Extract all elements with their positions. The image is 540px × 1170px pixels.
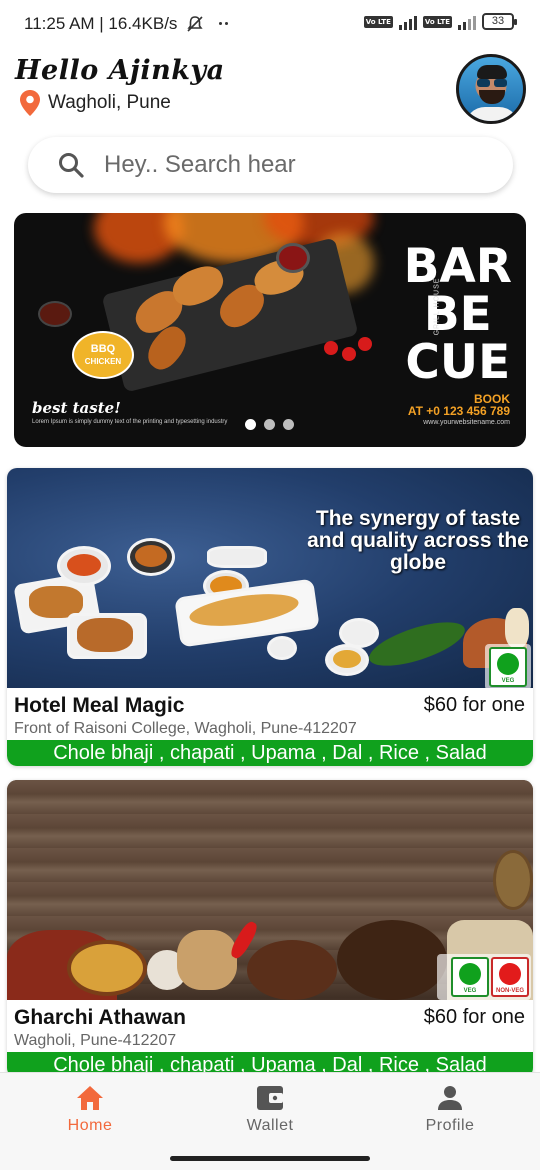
search-bar[interactable] [28, 137, 513, 193]
banner-website: www.yourwebsitename.com [423, 419, 510, 426]
image-tagline: The synergy of taste and quality across … [307, 507, 529, 574]
nav-label-home: Home [67, 1117, 113, 1134]
restaurant-address: Wagholi, Pune-412207 [14, 1032, 177, 1049]
banner-title-line-3: CUE [405, 335, 511, 390]
carousel-indicator [245, 419, 294, 430]
banner-title-line-1: BAR [403, 239, 512, 294]
non-veg-badge: NON-VEG [491, 957, 529, 997]
restaurant-card[interactable]: VEG NON-VEG Gharchi Athawan $60 for one … [7, 780, 533, 1080]
status-bar: 11:25 AM | 16.4KB/s Vo LTE Vo LTE 33 [0, 0, 540, 48]
restaurant-address: Front of Raisoni College, Wagholi, Pune-… [14, 720, 357, 737]
restaurant-image: VEG NON-VEG [7, 780, 533, 1000]
home-icon [77, 1086, 103, 1110]
book-phone: AT +0 123 456 789 [407, 404, 510, 418]
nav-label-wallet: Wallet [246, 1117, 294, 1134]
veg-badge: VEG [489, 647, 527, 687]
diet-badges: VEG [485, 644, 531, 688]
location-row[interactable]: Wagholi, Pune [20, 90, 171, 116]
carousel-dot-2[interactable] [264, 419, 275, 430]
wallet-icon [257, 1086, 283, 1110]
nav-item-home[interactable]: Home [30, 1085, 150, 1135]
bbq-chicken-badge: BBQ CHICKEN [72, 331, 134, 379]
status-icons: Vo LTE Vo LTE 33 [363, 13, 517, 30]
veg-badge-label: VEG [501, 678, 515, 684]
veg-badge: VEG [451, 957, 489, 997]
battery-icon: 33 [482, 13, 517, 30]
mute-icon [187, 16, 203, 32]
nav-label-profile: Profile [425, 1117, 475, 1134]
restaurant-name: Gharchi Athawan [14, 1006, 186, 1029]
status-time: 11:25 AM | 16.4KB/s [24, 14, 178, 33]
banner-tagline: best taste! [32, 399, 121, 417]
restaurant-name: Hotel Meal Magic [14, 694, 185, 717]
carousel-dot-3[interactable] [283, 419, 294, 430]
restaurant-image: The synergy of taste and quality across … [7, 468, 533, 688]
greeting-title: Hello Ajinkya [15, 55, 225, 86]
avatar[interactable] [456, 54, 526, 124]
banner-title: BAR BE CUE [404, 243, 512, 387]
veg-badge-label: VEG [463, 988, 477, 994]
banner-fine-print: Lorem Ipsum is simply dummy text of the … [32, 419, 228, 425]
search-icon [59, 153, 84, 178]
diet-badges: VEG NON-VEG [437, 954, 531, 1000]
location-text: Wagholi, Pune [48, 92, 171, 113]
non-veg-badge-label: NON-VEG [495, 988, 524, 994]
signal-icon [398, 14, 417, 30]
signal-icon-2 [458, 14, 476, 30]
volte-icon: Vo LTE [363, 15, 393, 28]
booking-info: BOOK AT +0 123 456 789 www.yourwebsitena… [408, 393, 510, 429]
carousel-dot-1[interactable] [245, 419, 256, 430]
person-icon [438, 1086, 462, 1110]
badge-sub-text: CHICKEN [84, 357, 122, 366]
restaurant-price: $60 for one [423, 694, 525, 716]
location-pin-icon [20, 90, 40, 116]
search-input[interactable] [104, 151, 464, 179]
gesture-bar[interactable] [170, 1156, 370, 1161]
badge-main-text: BBQ [90, 343, 116, 355]
menu-items-bar: Chole bhaji , chapati , Upama , Dal , Ri… [7, 740, 533, 766]
banner-title-line-2: BE [423, 287, 492, 342]
overflow-dots-icon [219, 22, 228, 25]
nav-item-profile[interactable]: Profile [390, 1085, 510, 1135]
grill-house-text: GRILL HOUSE [433, 277, 441, 336]
nav-item-wallet[interactable]: Wallet [210, 1085, 330, 1135]
volte-icon-2: Vo LTE [422, 15, 452, 28]
restaurant-price: $60 for one [423, 1006, 525, 1028]
restaurant-card[interactable]: The synergy of taste and quality across … [7, 468, 533, 766]
promo-banner[interactable]: BBQ CHICKEN BAR BE CUE GRILL HOUSE BOOK … [14, 213, 526, 447]
